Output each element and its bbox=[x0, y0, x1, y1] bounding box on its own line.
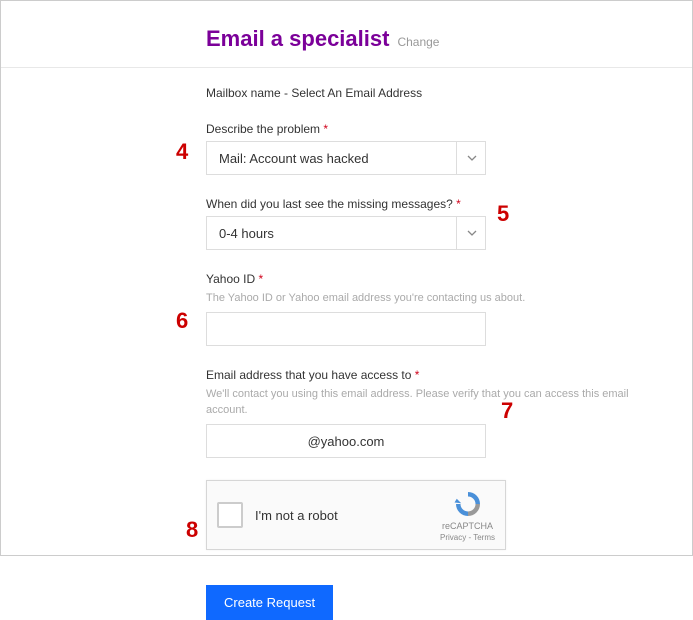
required-indicator: * bbox=[259, 272, 264, 286]
email-label-text: Email address that you have access to bbox=[206, 368, 411, 382]
lastseen-label: When did you last see the missing messag… bbox=[206, 197, 642, 211]
lastseen-select-value: 0-4 hours bbox=[219, 226, 274, 241]
field-describe-problem: Describe the problem * Mail: Account was… bbox=[206, 122, 642, 175]
field-yahoo-id: Yahoo ID * The Yahoo ID or Yahoo email a… bbox=[206, 272, 642, 346]
field-last-seen: When did you last see the missing messag… bbox=[206, 197, 642, 250]
yahooid-input[interactable] bbox=[206, 312, 486, 346]
form-container: Mailbox name - Select An Email Address D… bbox=[206, 68, 642, 620]
problem-label: Describe the problem * bbox=[206, 122, 642, 136]
email-input[interactable] bbox=[206, 424, 486, 458]
field-email-access: Email address that you have access to * … bbox=[206, 368, 642, 458]
problem-label-text: Describe the problem bbox=[206, 122, 320, 136]
annotation-5: 5 bbox=[497, 201, 509, 227]
problem-select[interactable]: Mail: Account was hacked bbox=[206, 141, 486, 175]
recaptcha-checkbox[interactable] bbox=[217, 502, 243, 528]
recaptcha-links[interactable]: Privacy - Terms bbox=[440, 533, 495, 542]
yahooid-help: The Yahoo ID or Yahoo email address you'… bbox=[206, 291, 642, 306]
lastseen-select[interactable]: 0-4 hours bbox=[206, 216, 486, 250]
recaptcha-brand: reCAPTCHA Privacy - Terms bbox=[440, 489, 495, 542]
annotation-8: 8 bbox=[186, 517, 198, 543]
recaptcha-label: I'm not a robot bbox=[255, 508, 440, 523]
annotation-6: 6 bbox=[176, 308, 188, 334]
change-link[interactable]: Change bbox=[397, 35, 439, 49]
recaptcha-icon bbox=[453, 489, 483, 519]
required-indicator: * bbox=[415, 368, 420, 382]
page-header: Email a specialist Change bbox=[1, 1, 692, 68]
annotation-7: 7 bbox=[501, 398, 513, 424]
mailbox-name-text: Mailbox name - Select An Email Address bbox=[206, 86, 642, 100]
email-label: Email address that you have access to * bbox=[206, 368, 642, 382]
email-help: We'll contact you using this email addre… bbox=[206, 387, 642, 418]
lastseen-label-text: When did you last see the missing messag… bbox=[206, 197, 453, 211]
required-indicator: * bbox=[323, 122, 328, 136]
recaptcha-widget: I'm not a robot reCAPTCHA Privacy - Term… bbox=[206, 480, 506, 550]
problem-select-value: Mail: Account was hacked bbox=[219, 151, 369, 166]
yahooid-label-text: Yahoo ID bbox=[206, 272, 255, 286]
recaptcha-brand-text: reCAPTCHA bbox=[442, 521, 493, 531]
page-title: Email a specialist bbox=[206, 26, 389, 52]
create-request-button[interactable]: Create Request bbox=[206, 585, 333, 620]
yahooid-label: Yahoo ID * bbox=[206, 272, 642, 286]
annotation-4: 4 bbox=[176, 139, 188, 165]
required-indicator: * bbox=[456, 197, 461, 211]
